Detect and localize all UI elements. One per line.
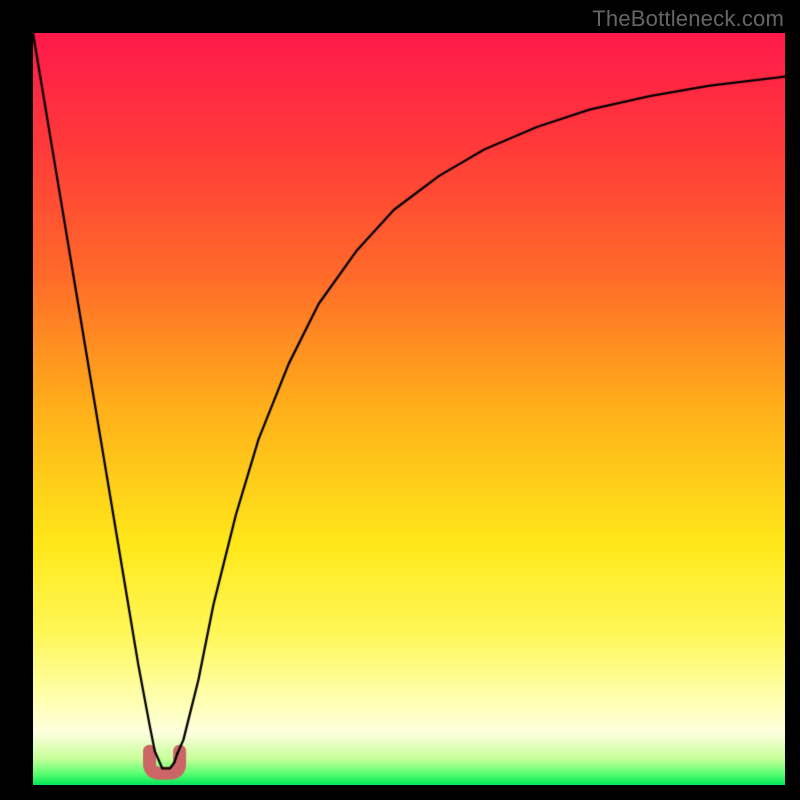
chart-frame: TheBottleneck.com	[0, 0, 800, 800]
curve-layer	[33, 33, 785, 785]
watermark-text: TheBottleneck.com	[592, 6, 784, 32]
plot-area	[33, 33, 785, 785]
